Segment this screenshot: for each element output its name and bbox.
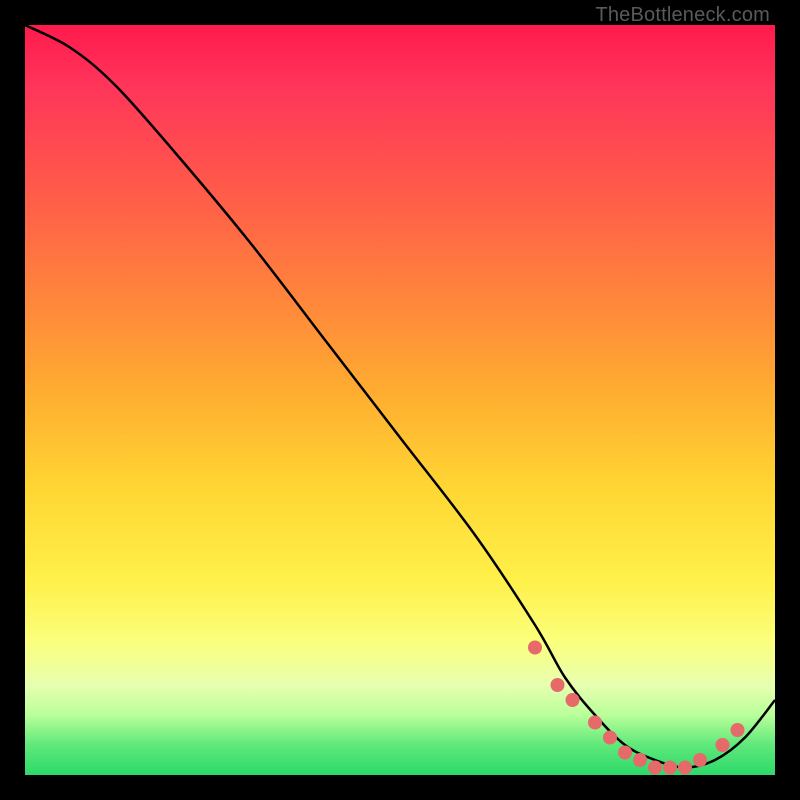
curve-marker [588,716,602,730]
curve-marker [731,723,745,737]
curve-marker [528,641,542,655]
curve-marker [648,761,662,775]
plot-area [25,25,775,775]
curve-markers [528,641,745,775]
chart-stage: TheBottleneck.com [0,0,800,800]
curve-marker [678,761,692,775]
watermark-text: TheBottleneck.com [595,4,770,27]
curve-marker [663,761,677,775]
curve-marker [716,738,730,752]
curve-marker [551,678,565,692]
curve-marker [566,693,580,707]
curve-svg [25,25,775,775]
curve-marker [618,746,632,760]
bottleneck-curve [25,25,775,768]
curve-marker [633,753,647,767]
curve-marker [693,753,707,767]
curve-marker [603,731,617,745]
